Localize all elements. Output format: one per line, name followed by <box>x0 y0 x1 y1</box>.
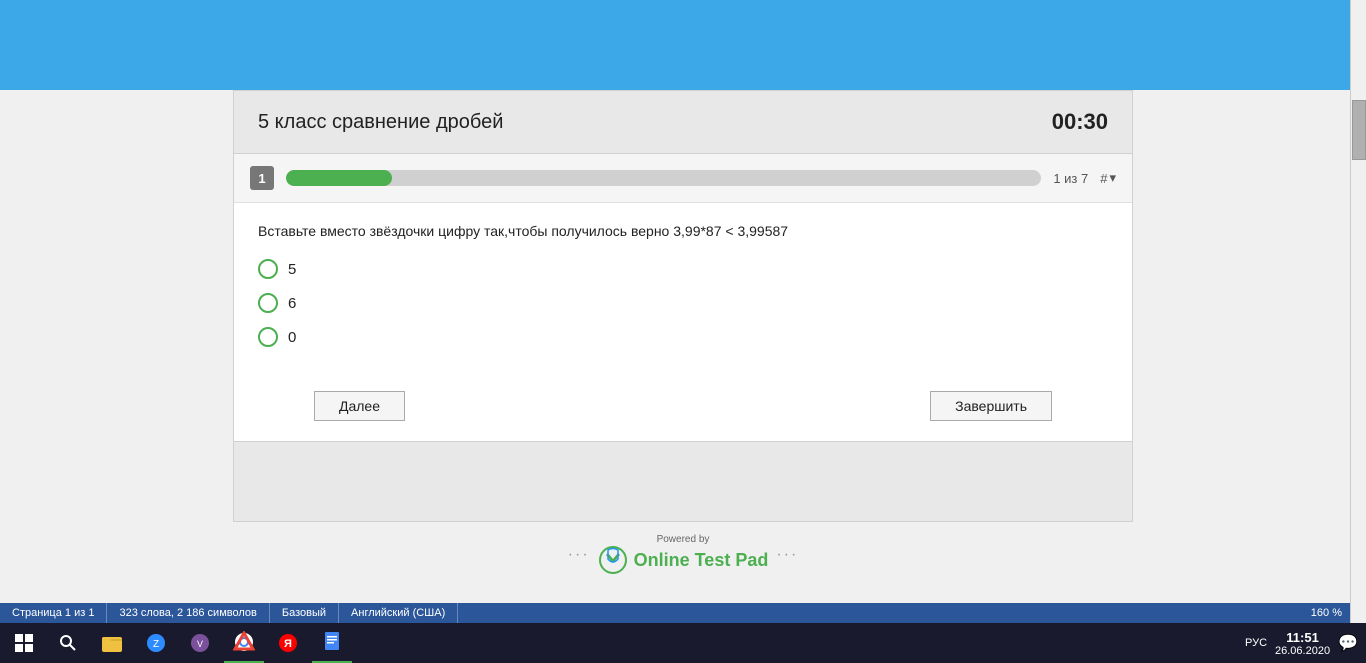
file-explorer-icon <box>101 632 123 654</box>
powered-dots-row: ··· Powered by Online Test Pad ··· <box>568 534 799 575</box>
taskbar: Z V Я <box>0 623 1366 663</box>
question-number-badge: 1 <box>250 166 274 190</box>
yandex-button[interactable]: Я <box>268 623 308 663</box>
answer-label-6: 6 <box>288 295 296 312</box>
logo-row: Online Test Pad <box>598 545 769 575</box>
dots-left: ··· <box>568 546 590 564</box>
progress-text: 1 из 7 <box>1053 171 1088 186</box>
word-count: 323 слова, 2 186 символов <box>107 603 269 623</box>
radio-5[interactable] <box>258 259 278 279</box>
language-status: Английский (США) <box>339 603 458 623</box>
chrome-icon <box>233 631 255 653</box>
search-taskbar-button[interactable] <box>48 623 88 663</box>
svg-text:V: V <box>197 639 203 649</box>
finish-button[interactable]: Завершить <box>930 391 1052 421</box>
time-value: 11:51 <box>1275 630 1330 645</box>
dots-right: ··· <box>776 546 798 564</box>
card-footer <box>234 441 1132 521</box>
answer-label-0: 0 <box>288 329 296 346</box>
powered-area: ··· Powered by Online Test Pad ··· <box>568 522 799 581</box>
logo-text: Online Test Pad <box>634 550 769 571</box>
content-area: 5 класс сравнение дробей 00:30 1 1 из 7 … <box>0 90 1366 581</box>
radio-0[interactable] <box>258 327 278 347</box>
svg-text:Я: Я <box>284 638 292 650</box>
question-text: Вставьте вместо звёздочки цифру так,чтоб… <box>258 223 1108 239</box>
taskbar-language: РУС <box>1245 637 1267 649</box>
chrome-button[interactable] <box>224 623 264 663</box>
search-icon <box>60 635 76 651</box>
progress-area: 1 1 из 7 # ▾ <box>234 154 1132 203</box>
card-title: 5 класс сравнение дробей <box>258 111 503 134</box>
yandex-icon: Я <box>277 632 299 654</box>
card-timer: 00:30 <box>1052 109 1108 135</box>
date-value: 26.06.2020 <box>1275 645 1330 657</box>
chevron-down-icon[interactable]: ▾ <box>1109 170 1116 186</box>
powered-logo: Powered by Online Test Pad <box>598 534 769 575</box>
page-info: Страница 1 из 1 <box>0 603 107 623</box>
progress-bar-fill <box>286 170 392 186</box>
taskbar-time: 11:51 26.06.2020 <box>1275 630 1330 657</box>
notification-icon[interactable]: 💬 <box>1338 633 1358 653</box>
top-bar <box>0 0 1366 90</box>
taskbar-left: Z V Я <box>0 623 352 663</box>
scrollbar[interactable] <box>1350 0 1366 663</box>
scrollbar-thumb[interactable] <box>1352 100 1366 160</box>
svg-text:Z: Z <box>153 639 159 650</box>
viber-icon: V <box>189 632 211 654</box>
windows-icon <box>15 634 33 652</box>
answer-option-0[interactable]: 0 <box>258 327 1108 347</box>
answer-options: 5 6 0 <box>258 259 1108 347</box>
progress-bar-container <box>286 170 1041 186</box>
docs-icon <box>321 631 343 653</box>
next-button[interactable]: Далее <box>314 391 405 421</box>
answer-option-5[interactable]: 5 <box>258 259 1108 279</box>
status-bar: Страница 1 из 1 323 слова, 2 186 символо… <box>0 603 1350 623</box>
zoom-icon: Z <box>145 632 167 654</box>
zoom-button[interactable]: Z <box>136 623 176 663</box>
mode: Базовый <box>270 603 339 623</box>
button-row: Далее Завершить <box>234 391 1132 441</box>
zoom-level: 160 % <box>1303 607 1350 619</box>
viber-button[interactable]: V <box>180 623 220 663</box>
taskbar-right: РУС 11:51 26.06.2020 💬 <box>1245 630 1366 657</box>
question-body: Вставьте вместо звёздочки цифру так,чтоб… <box>234 203 1132 391</box>
logo-icon <box>598 545 628 575</box>
card-header: 5 класс сравнение дробей 00:30 <box>234 91 1132 154</box>
progress-hash: # ▾ <box>1100 170 1116 186</box>
docs-button[interactable] <box>312 623 352 663</box>
powered-by-text: Powered by <box>657 534 710 545</box>
answer-option-6[interactable]: 6 <box>258 293 1108 313</box>
status-right: 160 % <box>1303 607 1350 619</box>
file-explorer-button[interactable] <box>92 623 132 663</box>
test-card: 5 класс сравнение дробей 00:30 1 1 из 7 … <box>233 90 1133 522</box>
radio-6[interactable] <box>258 293 278 313</box>
windows-button[interactable] <box>4 623 44 663</box>
answer-label-5: 5 <box>288 261 296 278</box>
